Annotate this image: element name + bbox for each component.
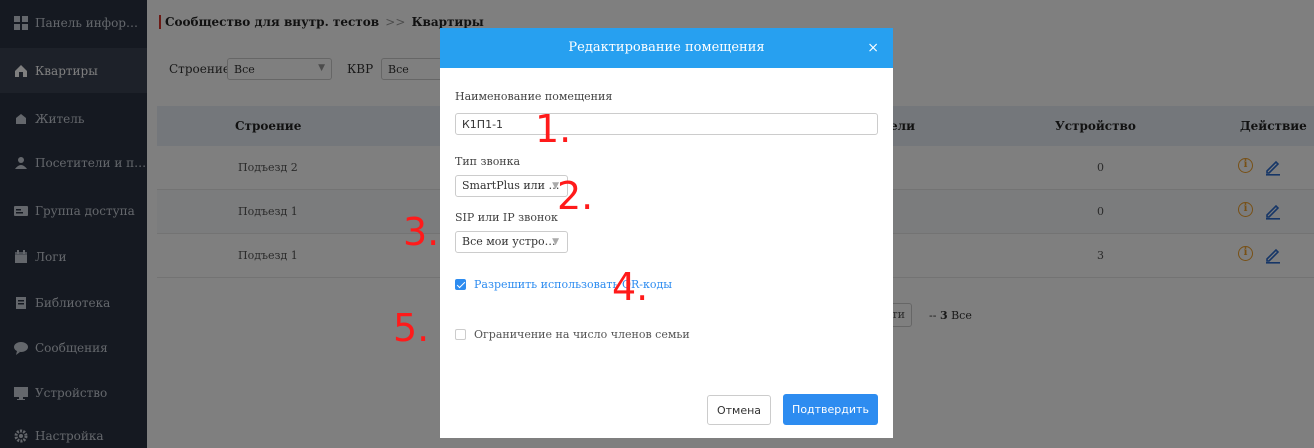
- annotation-2: 2.: [557, 174, 594, 218]
- dialog-title: Редактирование помещения: [568, 40, 765, 55]
- annotation-5: 5.: [393, 306, 430, 350]
- confirm-button[interactable]: Подтвердить: [783, 394, 878, 425]
- cancel-button[interactable]: Отмена: [707, 395, 771, 425]
- family-limit-checkbox[interactable]: [455, 329, 466, 340]
- ring-type-label: Тип звонка: [455, 155, 521, 168]
- sip-label: SIP или IP звонок: [455, 211, 558, 224]
- family-limit-option[interactable]: Ограничение на число членов семьи: [455, 328, 690, 341]
- family-limit-checkbox-label: Ограничение на число членов семьи: [474, 328, 690, 341]
- annotation-4: 4.: [612, 265, 649, 309]
- room-name-input[interactable]: [455, 113, 878, 135]
- dialog-header: Редактирование помещения ×: [440, 28, 893, 68]
- ring-type-value: SmartPlus или …: [462, 179, 560, 192]
- room-name-label: Наименование помещения: [455, 90, 613, 103]
- chevron-down-icon: ▼: [552, 237, 559, 247]
- annotation-1: 1.: [535, 107, 572, 151]
- edit-room-dialog: Редактирование помещения × Наименование …: [440, 28, 893, 438]
- close-icon[interactable]: ×: [867, 28, 879, 68]
- qr-checkbox[interactable]: [455, 279, 466, 290]
- annotation-3: 3.: [403, 210, 440, 254]
- sip-value: Все мои устро…: [462, 235, 556, 248]
- ring-type-select[interactable]: SmartPlus или … ▼: [455, 175, 568, 197]
- sip-select[interactable]: Все мои устро… ▼: [455, 231, 568, 253]
